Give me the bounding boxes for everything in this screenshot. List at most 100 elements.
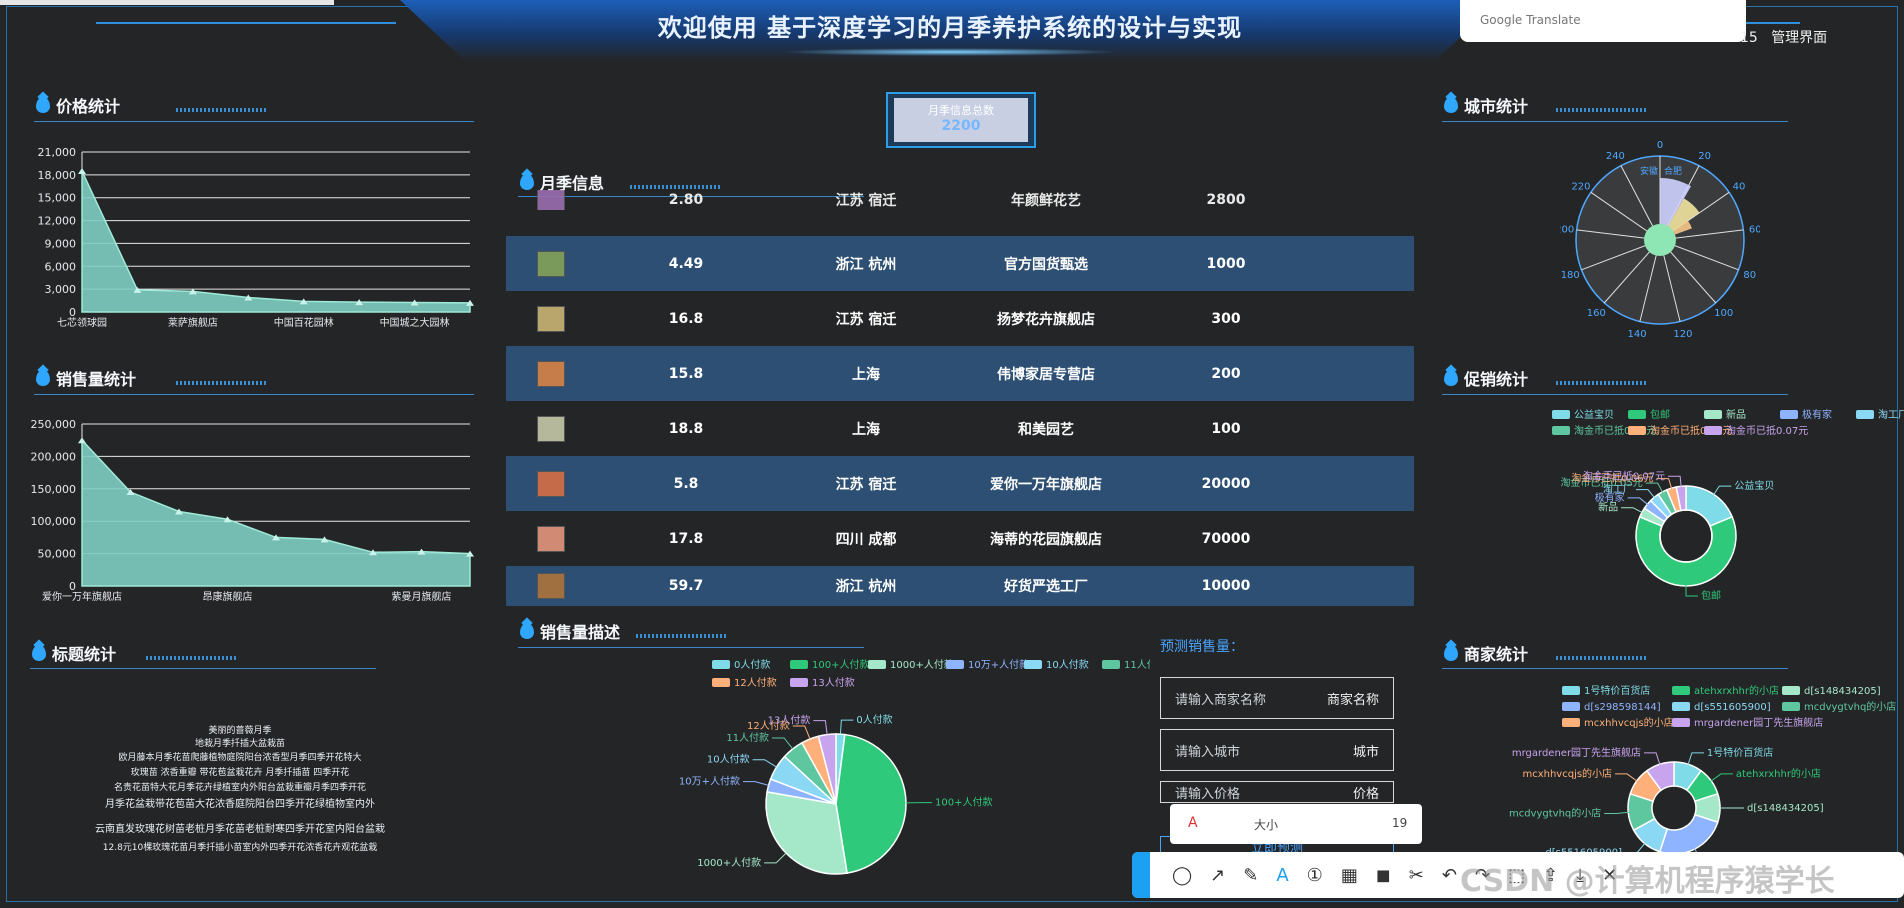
google-translate-popup[interactable]: Google Translate — [1460, 0, 1746, 42]
slice-label: 公益宝贝 — [1734, 479, 1774, 492]
wordcloud-item: 地栽月季扦插大盆栽苗 — [194, 739, 285, 749]
eraser-icon[interactable]: ✂ — [1409, 865, 1424, 886]
legend-label: 包邮 — [1650, 408, 1670, 421]
x-tick-label: 中国城之大园林 — [380, 316, 450, 329]
blur-icon[interactable]: ◼ — [1376, 865, 1391, 886]
data-point — [78, 168, 86, 175]
font-color-a-icon[interactable]: A — [1188, 815, 1198, 831]
polar-label: 合肥 — [1664, 165, 1682, 177]
legend-label: 11人付款 — [1124, 658, 1150, 671]
text-icon[interactable]: A — [1276, 865, 1288, 886]
data-point — [78, 437, 86, 444]
arrow-icon[interactable]: ↗ — [1210, 865, 1225, 886]
admin-link[interactable]: 15 管理界面 — [1740, 27, 1827, 47]
slice-label: mcxhhvcqjs的小店 — [1522, 767, 1612, 780]
slice-label: 1号特价百货店 — [1707, 746, 1773, 759]
panel-title-sales-desc-text: 销售量描述 — [540, 623, 621, 642]
merchant-name-input[interactable]: 请输入商家名称 商家名称 — [1160, 677, 1394, 719]
price-cell: 17.8 — [668, 530, 704, 547]
polar-tick-label: 200 — [1560, 224, 1574, 235]
city-label: 城市 — [1352, 744, 1379, 760]
title-underline — [34, 394, 474, 395]
product-thumbnail — [537, 190, 565, 210]
predict-title: 预测销售量： — [1160, 639, 1244, 655]
price-chart: 03,0006,0009,00012,00015,00018,00021,000… — [38, 146, 474, 329]
slice-label: 10万+人付款 — [679, 775, 740, 788]
shop-cell: 爱你一万年旗舰店 — [990, 476, 1102, 493]
legend-swatch — [1562, 702, 1580, 711]
table-row[interactable]: 59.7 浙江 杭州 好货严选工厂 10000 — [506, 566, 1414, 606]
legend-swatch — [1562, 718, 1580, 727]
city-input[interactable]: 请输入城市 城市 — [1160, 729, 1394, 771]
title-hatch — [1556, 381, 1646, 385]
font-size-value[interactable]: 19 — [1392, 816, 1407, 830]
price-input[interactable]: 请输入价格 价格 — [1160, 781, 1394, 803]
slice-label: 13人付款 — [768, 714, 811, 727]
polar-tick-label: 240 — [1606, 151, 1625, 162]
title-hatch — [146, 656, 236, 660]
table-row[interactable]: 2.80 江苏 宿迁 年颜鲜花艺 2800 — [506, 190, 1414, 210]
label-leader — [752, 759, 777, 768]
legend-label: 10万+人付款 — [968, 658, 1029, 671]
table-row[interactable]: 17.8 四川 成都 海蒂的花园旗舰店 70000 — [506, 511, 1414, 566]
slice-label: 10人付款 — [707, 753, 750, 766]
font-size-popup[interactable]: A 大小 19 — [1170, 804, 1422, 844]
pen-icon[interactable]: ✎ — [1243, 865, 1258, 886]
legend-swatch — [712, 678, 730, 687]
panel-title-price: 价格统计 — [36, 93, 120, 117]
legend-label: 100+人付款 — [812, 658, 869, 671]
undo-icon[interactable]: ↶ — [1442, 865, 1457, 886]
label-leader — [1615, 773, 1639, 783]
title-underline — [518, 647, 864, 648]
polar-tick-label: 120 — [1673, 329, 1692, 340]
pie-slice — [835, 733, 907, 874]
mosaic-icon[interactable]: ▦ — [1341, 865, 1358, 886]
slice-label: 11人付款 — [726, 731, 769, 744]
table-row[interactable]: 5.8 江苏 宿迁 爱你一万年旗舰店 20000 — [506, 456, 1414, 511]
wordcloud-item: 12.8元10棵玫瑰花苗月季扦插小苗室内外四季开花浓香花卉观花盆栽 — [102, 843, 378, 853]
x-tick-label: 七芯领球园 — [57, 316, 107, 329]
title-underline — [1442, 394, 1788, 395]
panel-title-promo-text: 促销统计 — [1464, 370, 1529, 389]
table-row[interactable]: 4.49 浙江 杭州 官方国货甄选 1000 — [506, 236, 1414, 291]
x-tick-label: 莱萨旗舰店 — [168, 316, 218, 329]
table-row[interactable]: 18.8 上海 和美园艺 100 — [506, 401, 1414, 456]
table-row[interactable]: 15.8 上海 伟博家居专营店 200 — [506, 346, 1414, 401]
legend-swatch — [946, 660, 964, 669]
price-cell: 5.8 — [673, 475, 699, 492]
legend-label: 1000+人付款 — [890, 658, 954, 671]
shop-cell: 年颜鲜花艺 — [1011, 193, 1081, 209]
merchant-chart: 1号特价百货店 atehxrxhhr的小店 d[s148434205] d[s2985… — [1509, 684, 1896, 856]
font-size-label: 大小 — [1254, 818, 1279, 832]
slice-label: atehxrxhhr的小店 — [1736, 767, 1821, 780]
slice-label: 1000+人付款 — [697, 856, 761, 869]
y-tick-label: 9,000 — [45, 237, 77, 250]
watermark: CSDN @计算机程序猿学长 — [1460, 864, 1835, 899]
polar-tick-label: 180 — [1561, 270, 1580, 281]
legend-swatch — [712, 660, 730, 669]
title-hatch — [636, 634, 726, 638]
legend-swatch — [1628, 410, 1646, 419]
water-drop-icon — [1444, 645, 1458, 661]
product-thumbnail — [537, 250, 565, 277]
shape-icon[interactable]: ◯ — [1172, 865, 1192, 886]
number-icon[interactable]: ① — [1307, 865, 1323, 886]
sales-cell: 100 — [1211, 420, 1241, 437]
legend-label: d[s551605900] — [1694, 702, 1771, 713]
legend-swatch — [790, 660, 808, 669]
water-drop-icon — [520, 623, 534, 639]
wordcloud-item: 欧月藤本月季花苗爬藤植物庭院阳台浓香型月季四季开花特大 — [118, 753, 362, 763]
product-thumbnail — [537, 305, 565, 332]
header-line-left — [96, 22, 396, 24]
table-row[interactable]: 16.8 江苏 宿迁 扬梦花卉旗舰店 300 — [506, 291, 1414, 346]
city-cell: 江苏 宿迁 — [835, 193, 897, 209]
shop-cell: 好货严选工厂 — [1004, 579, 1088, 595]
y-tick-label: 6,000 — [45, 260, 77, 273]
title-hatch — [1556, 656, 1646, 660]
title-underline — [34, 121, 474, 122]
title-underline — [1442, 121, 1788, 122]
panel-title-sales-desc: 销售量描述 — [520, 619, 620, 643]
city-placeholder: 请输入城市 — [1175, 744, 1241, 760]
slice-label: 0人付款 — [856, 713, 892, 726]
price-cell: 16.8 — [668, 310, 704, 327]
